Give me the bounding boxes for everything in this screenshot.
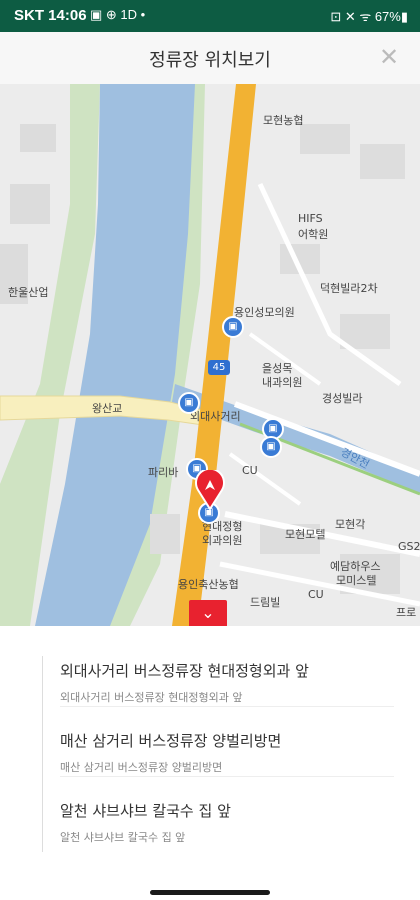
stop-name: 알천 샤브샤브 칼국수 집 앞 [60, 802, 231, 820]
close-icon[interactable]: ✕ [376, 44, 402, 70]
map-view[interactable]: 모현농협 HIFS 어학원 한울산업 덕현빌라2차 용인성모의원 을성목 내과의… [0, 84, 420, 626]
map-label: 용인축산농협 [178, 578, 239, 591]
map-label: GS2 [398, 540, 420, 553]
location-pin-icon[interactable] [194, 470, 226, 510]
building [300, 124, 350, 154]
map-label: 왕산교 [92, 402, 123, 415]
map-label: 용인성모의원 [234, 306, 295, 319]
stop-item[interactable]: 알천 샤브샤브 칼국수 집 앞 알천 샤브샤브 칼국수 집 앞 [60, 796, 394, 846]
map-label: 외과의원 [202, 534, 243, 547]
bus-stop-icon[interactable]: ▣ [222, 316, 244, 338]
map-label: 어학원 [298, 228, 329, 241]
stop-item[interactable]: 매산 삼거리 버스정류장 양벌리방면 매산 삼거리 버스정류장 양벌리방면 [60, 726, 394, 777]
system-icons: ⊡ ✕ ᯤ 67%▮ [330, 9, 408, 24]
map-label: HIFS [298, 212, 323, 225]
status-bar: SKT 14:06 ▣ ⊕ 1D • ⊡ ✕ ᯤ 67%▮ [0, 0, 420, 32]
map-label: 파리바 [148, 466, 179, 479]
map-label: 모현모텔 [285, 528, 326, 541]
map-label: CU [308, 588, 324, 601]
stop-subtitle: 외대사거리 버스정류장 현대정형외과 앞 [60, 691, 243, 704]
stop-item[interactable]: 외대사거리 버스정류장 현대정형외과 앞 외대사거리 버스정류장 현대정형외과 … [60, 656, 394, 707]
stop-name: 매산 삼거리 버스정류장 양벌리방면 [60, 732, 282, 750]
stop-subtitle: 매산 삼거리 버스정류장 양벌리방면 [60, 761, 223, 774]
route-number-badge: 45 [208, 360, 230, 375]
status-time: SKT 14:06 [14, 7, 87, 24]
building [360, 144, 405, 179]
stop-name: 외대사거리 버스정류장 현대정형외과 앞 [60, 662, 309, 680]
title-bar: 정류장 위치보기 ✕ [0, 32, 420, 85]
map-label: 드림빌 [250, 596, 281, 609]
building [20, 124, 56, 152]
list-divider [42, 656, 43, 852]
map-label: 한울산업 [8, 286, 49, 299]
building [10, 184, 50, 224]
building [150, 514, 180, 554]
notification-icons: ▣ ⊕ 1D • [90, 7, 146, 22]
stop-list: 외대사거리 버스정류장 현대정형외과 앞 외대사거리 버스정류장 현대정형외과 … [0, 626, 420, 886]
map-label: 경성빌라 [322, 392, 363, 405]
map-label: CU [242, 464, 258, 477]
map-label: 모현각 [335, 518, 366, 531]
map-label: 모미스텔 [336, 574, 377, 587]
stop-subtitle: 알천 샤브샤브 칼국수 집 앞 [60, 831, 186, 844]
collapse-map-button[interactable]: ⌄ [189, 600, 227, 626]
map-label: 외대사거리 [190, 410, 241, 423]
navigation-bar [0, 886, 420, 900]
map-label: 덕현빌라2차 [320, 282, 378, 295]
page-title: 정류장 위치보기 [149, 50, 271, 71]
bus-stop-icon[interactable]: ▣ [178, 392, 200, 414]
bus-stop-icon[interactable]: ▣ [260, 436, 282, 458]
home-handle[interactable] [150, 890, 270, 895]
map-label: 프로 [396, 606, 417, 619]
map-label: 모현농협 [263, 114, 304, 127]
map-label: 내과의원 [262, 376, 303, 389]
